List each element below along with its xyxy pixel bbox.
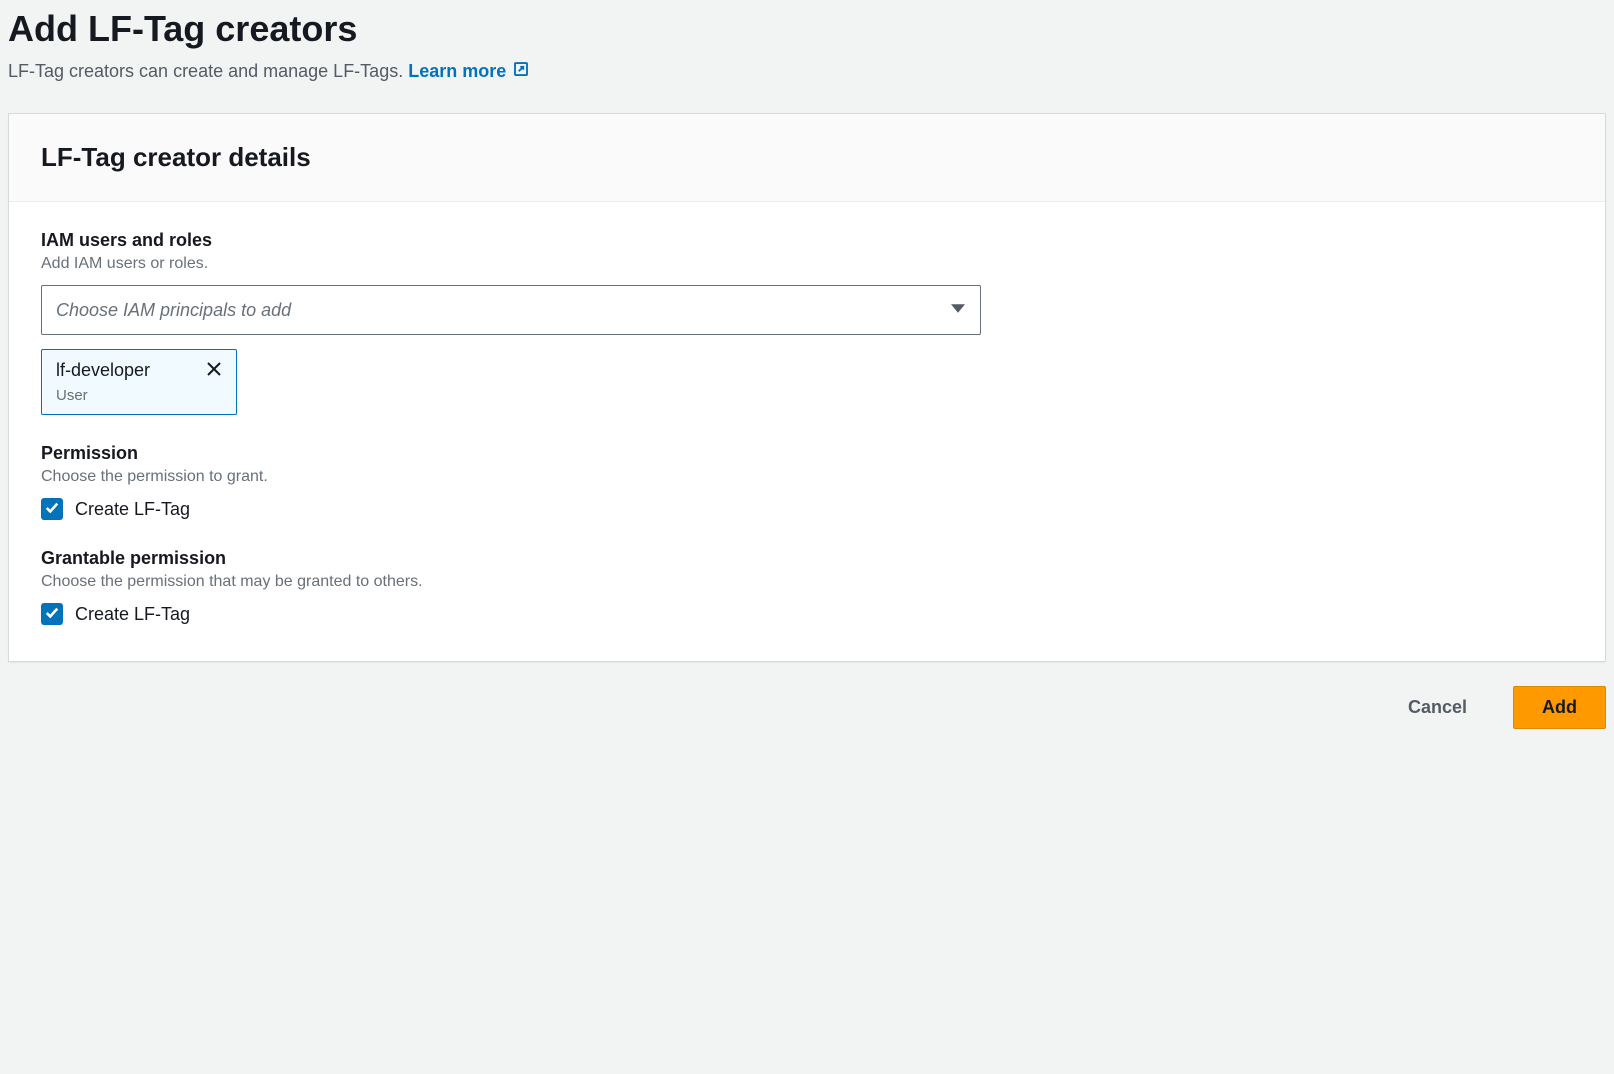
token-type: User <box>56 387 222 404</box>
permission-field-block: Permission Choose the permission to gran… <box>41 443 1573 520</box>
page-title: Add LF-Tag creators <box>8 8 1614 50</box>
grantable-create-lftag-checkbox[interactable] <box>41 603 63 625</box>
grantable-option-label: Create LF-Tag <box>75 604 190 625</box>
iam-field-block: IAM users and roles Add IAM users or rol… <box>41 230 1573 415</box>
page-description: LF-Tag creators can create and manage LF… <box>8 60 1614 83</box>
panel-title: LF-Tag creator details <box>41 142 1573 173</box>
grantable-hint: Choose the permission that may be grante… <box>41 573 1573 591</box>
permission-label: Permission <box>41 443 1573 464</box>
cancel-button[interactable]: Cancel <box>1380 687 1495 728</box>
token-remove-button[interactable] <box>206 361 222 380</box>
page-description-text: LF-Tag creators can create and manage LF… <box>8 61 403 81</box>
add-button[interactable]: Add <box>1513 686 1606 729</box>
external-link-icon <box>512 60 530 83</box>
permission-hint: Choose the permission to grant. <box>41 468 1573 486</box>
iam-principals-select[interactable]: Choose IAM principals to add <box>41 285 981 335</box>
footer-actions: Cancel Add <box>8 662 1614 753</box>
iam-label: IAM users and roles <box>41 230 1573 251</box>
checkmark-icon <box>45 501 59 518</box>
permission-create-lftag-checkbox[interactable] <box>41 498 63 520</box>
details-panel: LF-Tag creator details IAM users and rol… <box>8 113 1606 662</box>
close-icon <box>206 361 222 380</box>
iam-hint: Add IAM users or roles. <box>41 255 1573 273</box>
panel-header: LF-Tag creator details <box>9 114 1605 202</box>
selected-principal-token: lf-developer User <box>41 349 237 415</box>
checkmark-icon <box>45 606 59 623</box>
grantable-field-block: Grantable permission Choose the permissi… <box>41 548 1573 625</box>
learn-more-link[interactable]: Learn more <box>408 60 530 83</box>
learn-more-label: Learn more <box>408 61 506 82</box>
permission-option-label: Create LF-Tag <box>75 499 190 520</box>
token-name: lf-developer <box>56 360 150 381</box>
grantable-label: Grantable permission <box>41 548 1573 569</box>
